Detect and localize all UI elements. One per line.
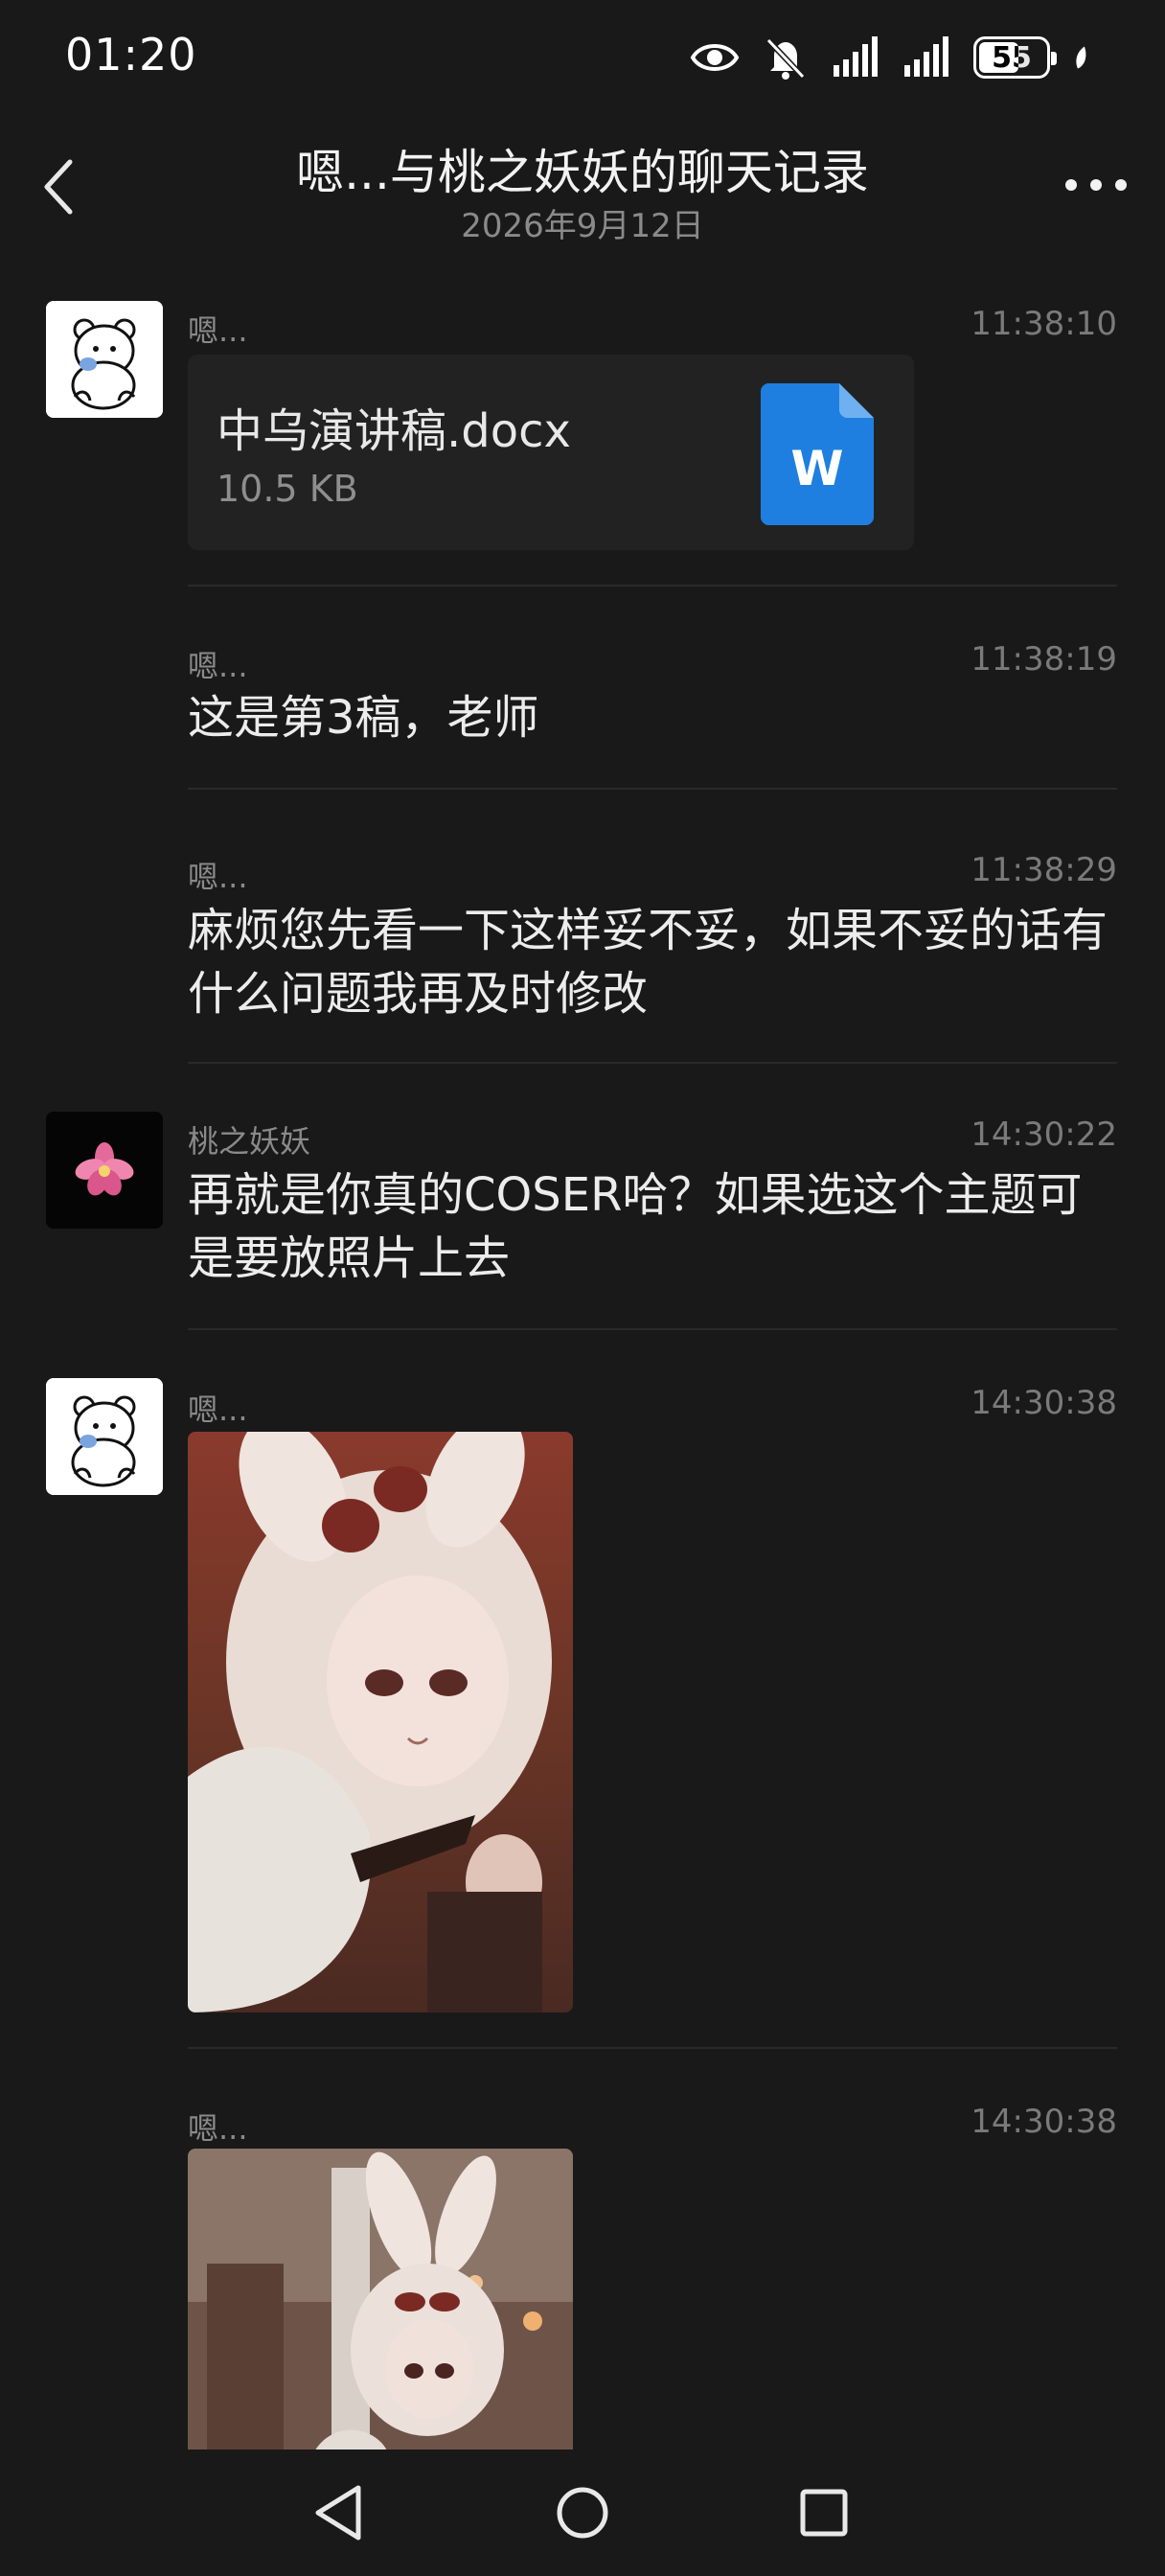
message-item: 嗯... 11:38:29 麻烦您先看一下这样妥不妥，如果不妥的话有什么问题我再… (0, 840, 1165, 1060)
file-name: 中乌演讲稿.docx (217, 404, 571, 458)
photo-message[interactable] (188, 2149, 573, 2450)
divider (188, 1062, 1117, 1064)
avatar[interactable] (46, 301, 163, 418)
page-title: 嗯...与桃之妖妖的聊天记录 (296, 145, 869, 200)
message-item: 嗯... 14:30:38 (0, 2093, 1165, 2450)
file-attachment[interactable]: 中乌演讲稿.docx 10.5 KB W (188, 355, 914, 550)
signal-icon (834, 36, 878, 77)
nav-back-icon[interactable] (305, 2478, 374, 2547)
message-text: 再就是你真的COSER哈？如果选这个主题可是要放照片上去 (188, 1168, 1083, 1285)
flower-avatar-icon (46, 1112, 163, 1229)
doll-photo (188, 2149, 573, 2450)
signal-icon (904, 36, 948, 77)
nav-recents-icon[interactable] (789, 2478, 858, 2547)
avatar[interactable] (46, 1378, 163, 1495)
doll-photo (188, 1432, 573, 2012)
leaf-icon (1076, 46, 1086, 69)
bear-avatar-icon (46, 1378, 163, 1495)
sender-name: 桃之妖妖 (188, 1123, 311, 1160)
status-bar: 01:20 55 (0, 0, 1165, 115)
message-time: 14:30:38 (971, 2103, 1117, 2141)
battery-level: 55 (992, 40, 1032, 75)
message-item: 桃之妖妖 14:30:22 再就是你真的COSER哈？如果选这个主题可是要放照片… (0, 1108, 1165, 1328)
sender-name: 嗯... (188, 312, 248, 349)
message-time: 14:30:38 (971, 1384, 1117, 1422)
status-icons: 55 (690, 34, 1100, 80)
bear-avatar-icon (46, 301, 163, 418)
chat-header: 嗯...与桃之妖妖的聊天记录 2026年9月12日 (0, 125, 1165, 249)
divider (188, 1328, 1117, 1330)
nav-home-icon[interactable] (548, 2478, 617, 2547)
sender-name: 嗯... (188, 648, 248, 684)
message-text: 这是第3稿，老师 (188, 691, 539, 745)
more-options-button[interactable] (1065, 171, 1127, 199)
message-item: 嗯... 11:38:19 这是第3稿，老师 (0, 629, 1165, 782)
word-document-icon: W (761, 383, 874, 525)
file-size: 10.5 KB (217, 468, 358, 510)
sender-name: 嗯... (188, 2110, 248, 2147)
message-time: 14:30:22 (971, 1116, 1117, 1154)
system-navigation-bar (0, 2450, 1165, 2576)
word-icon-letter: W (790, 441, 844, 496)
photo-message[interactable] (188, 1432, 573, 2012)
page-subtitle: 2026年9月12日 (461, 207, 704, 245)
message-item: 嗯... 14:30:38 (0, 1374, 1165, 2016)
sender-name: 嗯... (188, 859, 248, 895)
divider (188, 788, 1117, 790)
message-time: 11:38:19 (971, 640, 1117, 678)
eye-icon (690, 44, 740, 71)
sender-name: 嗯... (188, 1392, 248, 1428)
bell-off-icon (765, 37, 806, 80)
message-item: 嗯... 11:38:10 中乌演讲稿.docx 10.5 KB W (0, 297, 1165, 585)
battery-icon: 55 (973, 36, 1057, 79)
divider (188, 585, 1117, 586)
status-time: 01:20 (65, 29, 197, 80)
message-time: 11:38:29 (971, 851, 1117, 889)
divider (188, 2047, 1117, 2049)
message-time: 11:38:10 (971, 305, 1117, 343)
avatar[interactable] (46, 1112, 163, 1229)
message-text: 麻烦您先看一下这样妥不妥，如果不妥的话有什么问题我再及时修改 (188, 904, 1108, 1021)
